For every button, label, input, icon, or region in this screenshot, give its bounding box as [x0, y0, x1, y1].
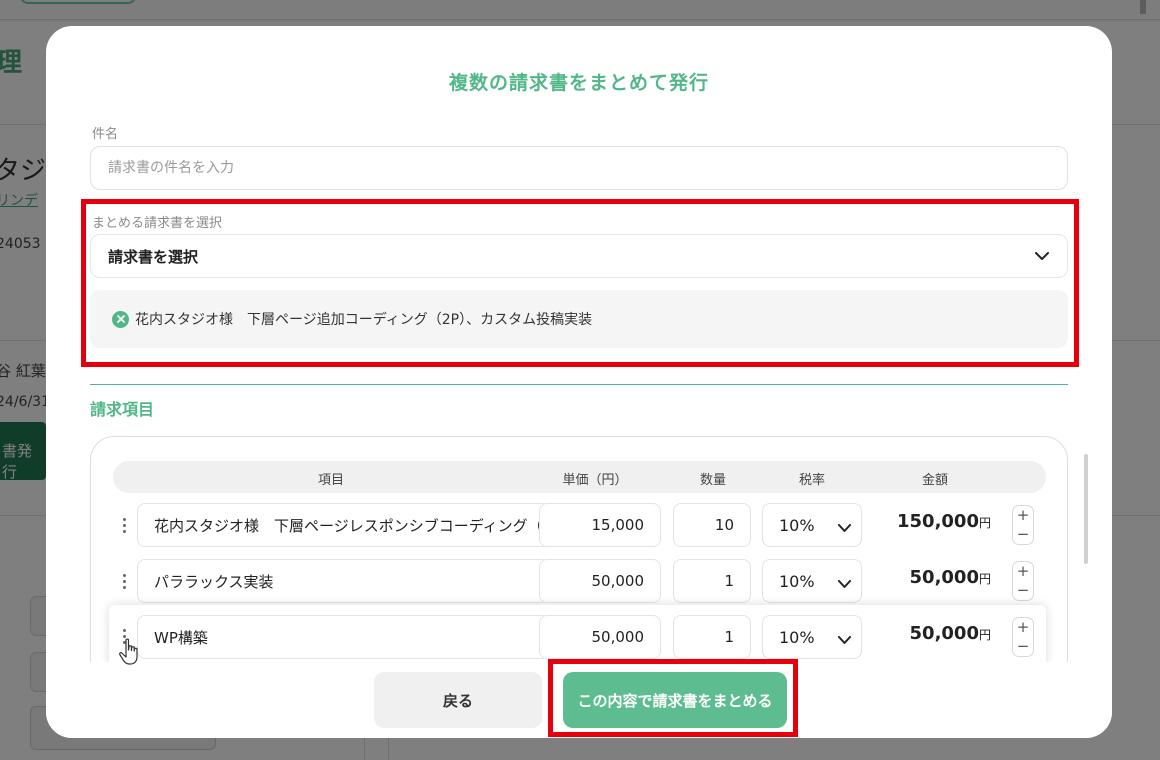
selected-invoice-label: 花内スタジオ様 下層ページ追加コーディング（2P）、カスタム投稿実装 [135, 312, 593, 328]
row-amount: 150,000円 [897, 511, 991, 532]
plus-icon[interactable]: + [1017, 508, 1030, 523]
section-divider [90, 384, 1068, 385]
table-row-dragging: WP構築 50,000 1 10% 50,000円 + − [109, 605, 1046, 667]
tax-rate-select[interactable]: 10% [762, 615, 862, 659]
unit-price-field[interactable]: 50,000 [539, 615, 661, 659]
header-quantity: 数量 [699, 473, 727, 488]
invoice-select[interactable]: 請求書を選択 [90, 234, 1068, 278]
subject-label: 件名 [92, 127, 119, 142]
row-amount: 50,000円 [909, 623, 991, 644]
row-stepper: + − [1012, 561, 1034, 601]
chevron-down-icon [838, 630, 851, 649]
item-name-field[interactable]: 花内スタジオ様 下層ページレスポンシブコーディング（10 [137, 503, 549, 547]
row-amount: 50,000円 [909, 567, 991, 588]
hand-cursor-icon [118, 638, 144, 666]
subject-input[interactable] [90, 146, 1068, 190]
modal-title: 複数の請求書をまとめて発行 [448, 72, 709, 94]
merge-invoices-modal: 複数の請求書をまとめて発行 件名 まとめる請求書を選択 請求書を選択 花内スタジ… [46, 26, 1112, 738]
quantity-field[interactable]: 10 [673, 503, 751, 547]
drag-handle-icon[interactable] [117, 514, 131, 536]
invoice-select-value: 請求書を選択 [108, 247, 199, 266]
close-icon[interactable] [112, 310, 129, 328]
modal-footer: 戻る この内容で請求書をまとめる [46, 662, 1112, 738]
tax-rate-select[interactable]: 10% [762, 503, 862, 547]
minus-icon[interactable]: − [1017, 527, 1030, 542]
select-invoices-label: まとめる請求書を選択 [92, 216, 223, 231]
header-amount: 金額 [921, 473, 949, 488]
chevron-down-icon [838, 518, 851, 537]
chevron-down-icon [1034, 248, 1050, 264]
minus-icon[interactable]: − [1017, 639, 1030, 654]
row-stepper: + − [1012, 505, 1034, 545]
tax-rate-value: 10% [779, 627, 815, 647]
tax-rate-value: 10% [779, 515, 815, 535]
unit-price-field[interactable]: 50,000 [539, 559, 661, 603]
selected-invoices-list: 花内スタジオ様 下層ページ追加コーディング（2P）、カスタム投稿実装 [90, 290, 1068, 348]
tax-rate-select[interactable]: 10% [762, 559, 862, 603]
table-row: 花内スタジオ様 下層ページレスポンシブコーディング（10 15,000 10 1… [91, 503, 1067, 559]
items-scrollbar[interactable] [1084, 454, 1088, 564]
items-section-title: 請求項目 [90, 400, 155, 419]
unit-price-field[interactable]: 15,000 [539, 503, 661, 547]
plus-icon[interactable]: + [1017, 620, 1030, 635]
items-table-header: 項目 単価（円） 数量 税率 金額 [113, 461, 1046, 493]
quantity-field[interactable]: 1 [673, 615, 751, 659]
header-item: 項目 [317, 473, 345, 488]
item-name-field[interactable]: WP構築 [137, 615, 549, 659]
drag-handle-icon[interactable] [117, 570, 131, 592]
row-stepper: + − [1012, 617, 1034, 657]
quantity-field[interactable]: 1 [673, 559, 751, 603]
chevron-down-icon [838, 574, 851, 593]
header-tax-rate: 税率 [798, 473, 826, 488]
item-name-field[interactable]: パララックス実装 [137, 559, 549, 603]
back-button[interactable]: 戻る [374, 672, 542, 728]
selected-invoice-chip: 花内スタジオ様 下層ページ追加コーディング（2P）、カスタム投稿実装 [112, 309, 592, 329]
header-unit-price: 単価（円） [562, 473, 628, 488]
merge-invoices-button[interactable]: この内容で請求書をまとめる [563, 672, 787, 728]
minus-icon[interactable]: − [1017, 583, 1030, 598]
plus-icon[interactable]: + [1017, 564, 1030, 579]
tax-rate-value: 10% [779, 571, 815, 591]
